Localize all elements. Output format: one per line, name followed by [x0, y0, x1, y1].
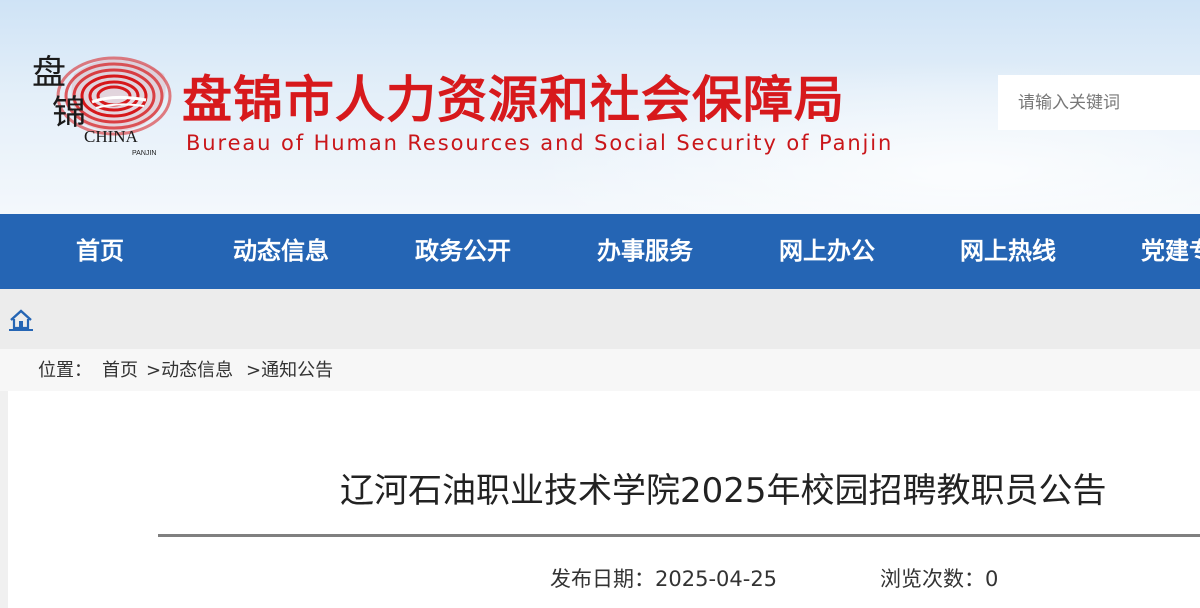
publish-date: 发布日期：2025-04-25 — [550, 563, 777, 593]
nav-item-hotline[interactable]: 网上热线 — [960, 214, 1056, 289]
nav-item-online-office[interactable]: 网上办公 — [779, 214, 875, 289]
breadcrumb-home[interactable]: 首页 — [102, 356, 138, 382]
site-header: 盘 锦 CHINA PANJIN 盘锦市人力资源和社会保障局 Bureau of… — [0, 0, 1200, 214]
nav-item-home[interactable]: 首页 — [76, 214, 124, 289]
main-nav: 首页 动态信息 政务公开 办事服务 网上办公 网上热线 党建专 — [0, 214, 1200, 289]
article-panel: 辽河石油职业技术学院2025年校园招聘教职员公告 发布日期：2025-04-25… — [8, 391, 1200, 608]
breadcrumb-notices[interactable]: >通知公告 — [246, 356, 333, 382]
view-count-label: 浏览次数： — [880, 567, 985, 591]
home-icon[interactable] — [9, 309, 33, 331]
search-input[interactable] — [998, 75, 1200, 130]
home-bar — [0, 289, 1200, 349]
site-title: 盘锦市人力资源和社会保障局 — [182, 71, 845, 129]
nav-item-services[interactable]: 办事服务 — [597, 214, 693, 289]
breadcrumb-news[interactable]: >动态信息 — [146, 356, 233, 382]
nav-item-gov-open[interactable]: 政务公开 — [415, 214, 511, 289]
panjin-logo[interactable]: 盘 锦 CHINA PANJIN — [14, 44, 174, 164]
view-count: 浏览次数：0 — [880, 563, 998, 593]
view-count-value: 0 — [985, 567, 999, 591]
nav-item-party[interactable]: 党建专 — [1141, 214, 1200, 289]
nav-item-news[interactable]: 动态信息 — [233, 214, 329, 289]
publish-date-value: 2025-04-25 — [655, 567, 778, 591]
logo-char-pan: 盘 — [32, 53, 66, 93]
breadcrumb: 位置： 首页 >动态信息 >通知公告 — [0, 349, 1200, 391]
title-divider — [158, 534, 1200, 537]
logo-char-jin: 锦 — [52, 93, 86, 133]
breadcrumb-label: 位置： — [38, 360, 92, 381]
article-title: 辽河石油职业技术学院2025年校园招聘教职员公告 — [340, 471, 1107, 511]
logo-word-china: CHINA — [84, 127, 139, 146]
logo-word-panjin: PANJIN — [132, 150, 156, 157]
site-subtitle: Bureau of Human Resources and Social Sec… — [186, 131, 894, 155]
publish-date-label: 发布日期： — [550, 567, 655, 591]
